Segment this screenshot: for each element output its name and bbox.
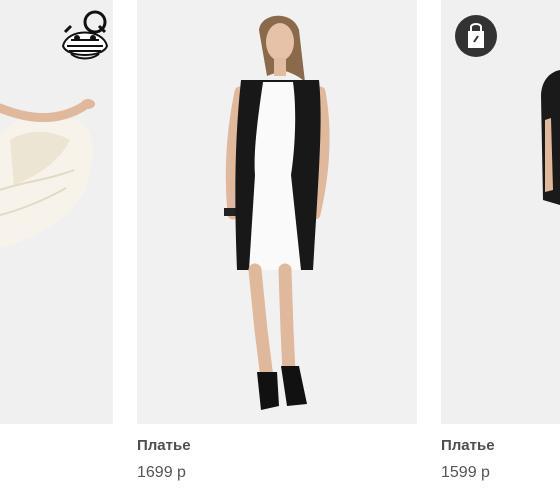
product-title[interactable]: Платье bbox=[137, 437, 191, 454]
product-price: 1699 р bbox=[137, 464, 186, 481]
model-in-black-white-dress-image bbox=[137, 0, 417, 424]
product-photo[interactable] bbox=[137, 0, 417, 424]
cheshire-cat-icon bbox=[59, 6, 111, 64]
model-partial-image bbox=[441, 0, 560, 424]
product-price: 1599 р bbox=[441, 464, 490, 481]
product-title[interactable]: Платье bbox=[441, 437, 495, 454]
shopping-bag-icon[interactable] bbox=[454, 14, 498, 58]
product-photo[interactable] bbox=[441, 0, 560, 424]
